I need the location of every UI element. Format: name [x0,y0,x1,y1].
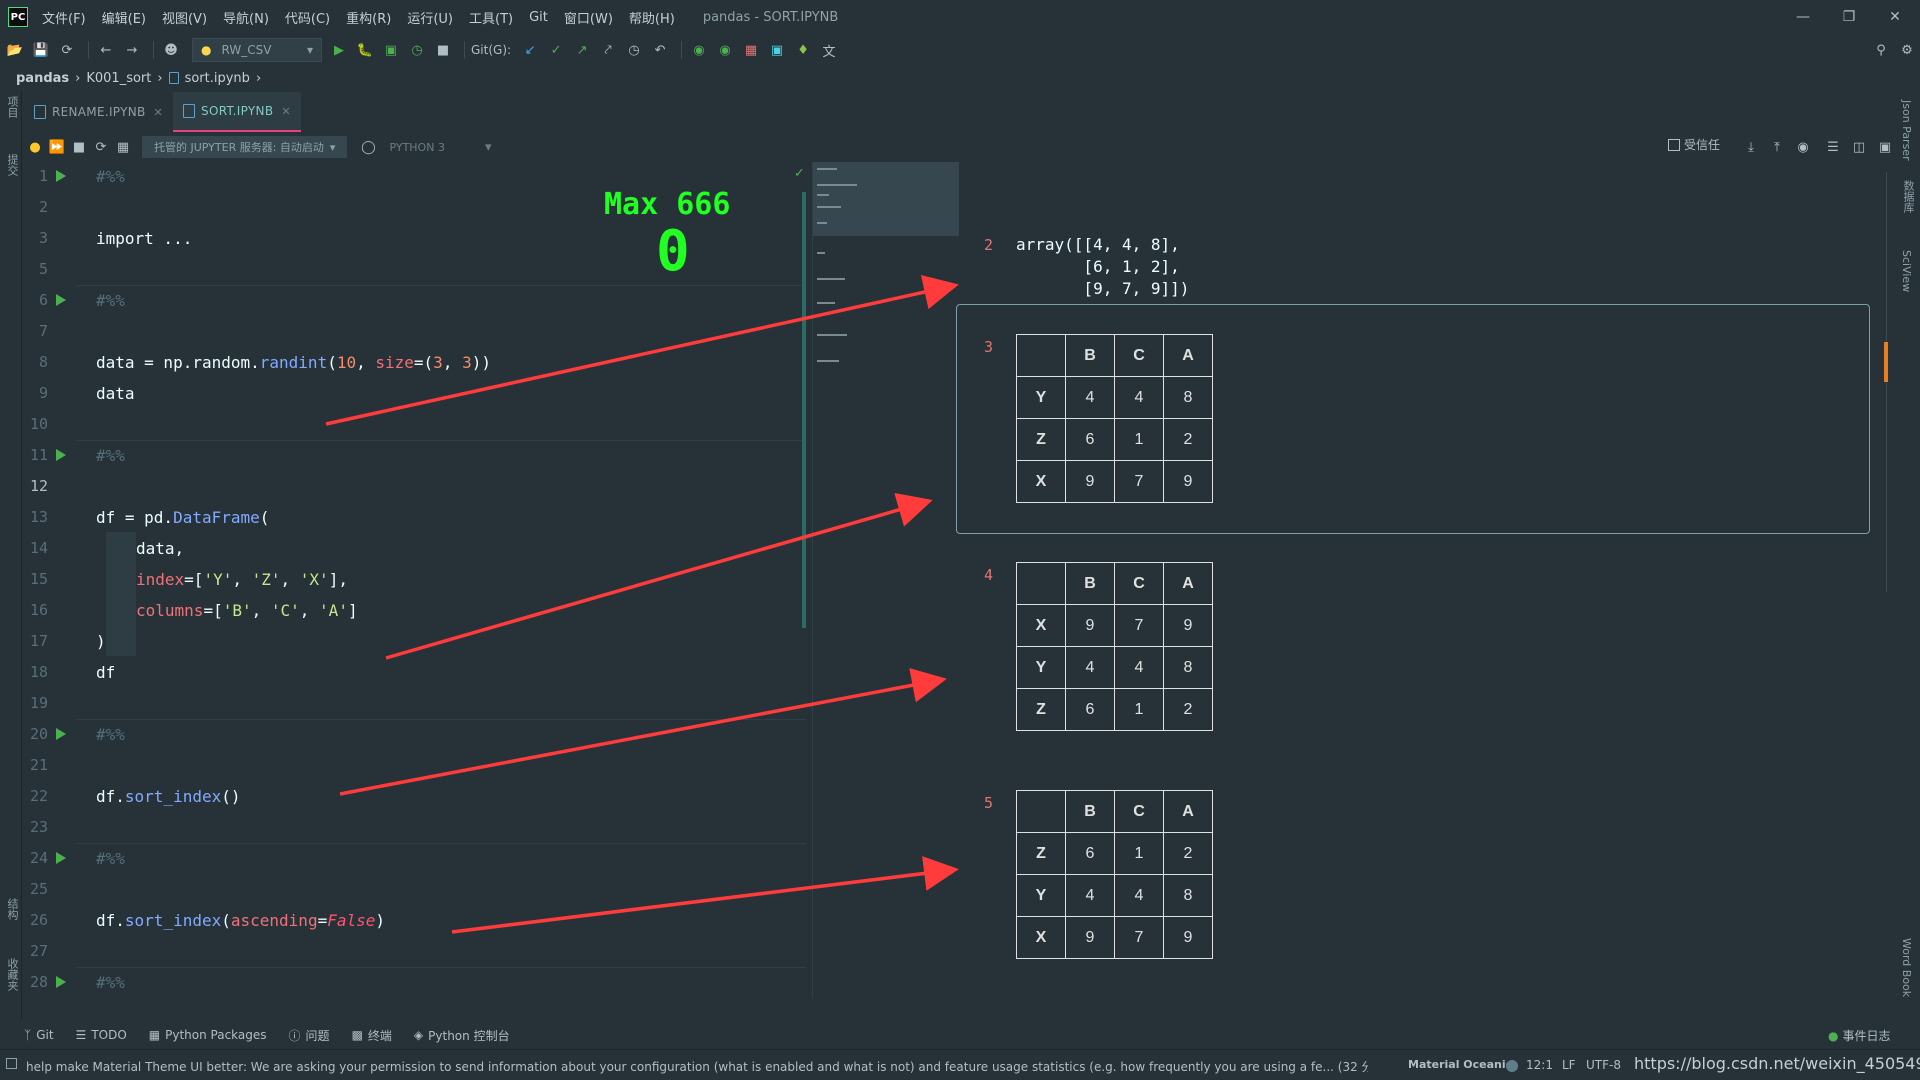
annotation-arrows [325,274,959,934]
problems-tool-button[interactable]: ⓘ 问题 [289,1027,330,1044]
caret-position[interactable]: 12:1 [1526,1058,1553,1072]
theme-name[interactable]: Material Oceanic [1408,1058,1512,1071]
git-tool-button[interactable]: ᛉ Git [24,1028,54,1042]
terminal-icon: ▩ [351,1028,363,1042]
git-branch-icon: ᛉ [24,1028,32,1042]
arrow-to-output-5 [451,856,959,934]
status-toggle-icon[interactable] [6,1058,17,1069]
arrow-to-output-2 [325,274,959,426]
event-log-icon: ● [1828,1028,1839,1043]
arrow-to-output-4 [339,668,947,796]
git-tool-label: Git [36,1028,54,1042]
todo-tool-button[interactable]: ☰ TODO [76,1028,127,1042]
csdn-watermark: https://blog.csdn.net/weixin_45054924 [1634,1054,1920,1073]
ide-window: PC 文件(F) 编辑(E) 视图(V) 导航(N) 代码(C) 重构(R) 运… [0,0,1920,1080]
status-bar: help make Material Theme UI better: We a… [0,1049,1920,1080]
terminal-tool-button[interactable]: ▩ 终端 [352,1027,392,1044]
theme-color-icon [1506,1060,1518,1072]
python-console-label: Python 控制台 [428,1028,510,1043]
terminal-label: 终端 [367,1028,392,1043]
problems-label: 问题 [305,1028,330,1043]
arrow-to-output-3 [385,492,933,660]
event-log-button[interactable]: ● 事件日志 [1828,1027,1891,1044]
file-encoding[interactable]: UTF-8 [1586,1058,1621,1072]
todo-tool-label: TODO [91,1028,127,1042]
list-icon: ☰ [75,1028,87,1042]
python-packages-label: Python Packages [165,1028,267,1042]
bottom-tool-window-bar: ᛉ Git ☰ TODO ▦ Python Packages ⓘ 问题 ▩ 终端 ◈ Pyt… [24,1022,1920,1048]
packages-icon: ▦ [148,1028,161,1042]
python-packages-tool-button[interactable]: ▦ Python Packages [149,1028,267,1042]
event-log-label: 事件日志 [1842,1029,1891,1043]
info-icon: ⓘ [288,1028,301,1043]
python-console-tool-button[interactable]: ◈ Python 控制台 [414,1027,510,1044]
python-console-icon: ◈ [413,1028,424,1042]
status-message[interactable]: help make Material Theme UI better: We a… [26,1058,1368,1075]
line-separator[interactable]: LF [1562,1058,1576,1072]
